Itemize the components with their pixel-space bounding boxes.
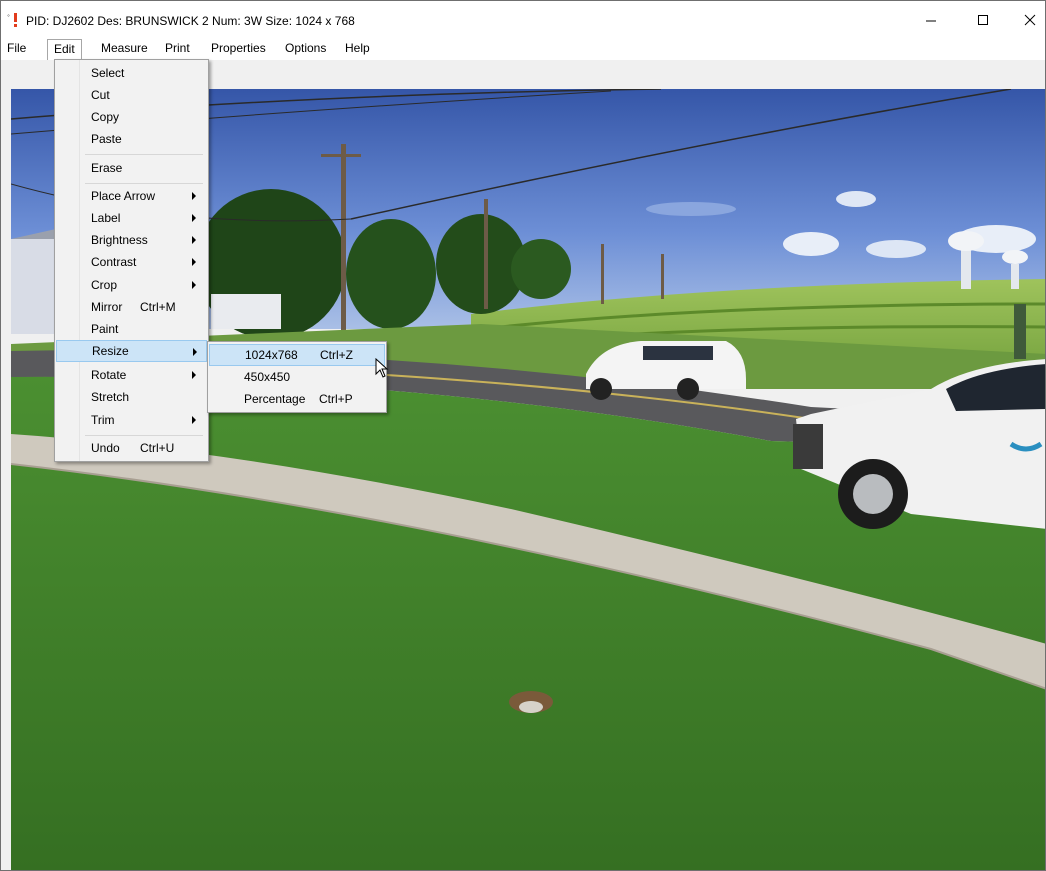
menu-separator xyxy=(85,154,203,155)
submenu-arrow-icon xyxy=(192,236,196,244)
menu-item-1024x768[interactable]: 1024x768 Ctrl+Z xyxy=(209,344,385,366)
menu-separator xyxy=(85,183,203,184)
menu-properties[interactable]: Properties xyxy=(205,39,272,58)
menu-item-copy[interactable]: Copy xyxy=(56,106,207,128)
close-button[interactable] xyxy=(1011,5,1045,33)
svg-text:°: ° xyxy=(7,14,10,21)
menu-file[interactable]: File xyxy=(1,39,32,58)
submenu-arrow-icon xyxy=(192,281,196,289)
submenu-arrow-icon xyxy=(192,371,196,379)
menu-item-rotate[interactable]: Rotate xyxy=(56,364,207,386)
mouse-cursor-icon xyxy=(375,358,389,378)
minimize-icon xyxy=(926,20,936,22)
menu-shortcut: Ctrl+U xyxy=(140,441,175,455)
menu-shortcut: Ctrl+P xyxy=(319,392,353,406)
menu-shortcut: Ctrl+M xyxy=(140,300,176,314)
submenu-arrow-icon xyxy=(193,348,197,356)
app-icon: ° xyxy=(7,12,23,28)
submenu-arrow-icon xyxy=(192,258,196,266)
menu-measure[interactable]: Measure xyxy=(95,39,154,58)
menu-item-contrast[interactable]: Contrast xyxy=(56,251,207,273)
submenu-arrow-icon xyxy=(192,214,196,222)
menu-item-brightness[interactable]: Brightness xyxy=(56,229,207,251)
edit-menu: Select Cut Copy Paste Erase Place Arrow … xyxy=(54,59,209,462)
menu-options[interactable]: Options xyxy=(279,39,332,58)
menu-separator xyxy=(85,435,203,436)
menu-shortcut: Ctrl+Z xyxy=(320,348,353,362)
submenu-arrow-icon xyxy=(192,416,196,424)
menu-item-percentage[interactable]: Percentage Ctrl+P xyxy=(209,388,385,410)
maximize-button[interactable] xyxy=(964,5,1004,33)
menu-item-select[interactable]: Select xyxy=(56,62,207,84)
menu-item-cut[interactable]: Cut xyxy=(56,84,207,106)
menu-item-resize[interactable]: Resize xyxy=(56,340,207,362)
menu-item-crop[interactable]: Crop xyxy=(56,274,207,296)
app-window: ° PID: DJ2602 Des: BRUNSWICK 2 Num: 3W S… xyxy=(0,0,1046,871)
menu-help[interactable]: Help xyxy=(339,39,376,58)
window-title: PID: DJ2602 Des: BRUNSWICK 2 Num: 3W Siz… xyxy=(26,14,355,28)
menu-item-mirror[interactable]: Mirror Ctrl+M xyxy=(56,296,207,318)
minimize-button[interactable] xyxy=(912,5,952,33)
menu-item-trim[interactable]: Trim xyxy=(56,409,207,431)
resize-submenu: 1024x768 Ctrl+Z 450x450 Percentage Ctrl+P xyxy=(207,341,387,413)
menu-print[interactable]: Print xyxy=(159,39,196,58)
menu-item-stretch[interactable]: Stretch xyxy=(56,386,207,408)
close-icon xyxy=(1024,14,1036,26)
submenu-arrow-icon xyxy=(192,192,196,200)
title-bar: ° PID: DJ2602 Des: BRUNSWICK 2 Num: 3W S… xyxy=(1,1,1045,39)
menu-bar: File Edit Measure Print Properties Optio… xyxy=(1,39,1045,60)
menu-item-paste[interactable]: Paste xyxy=(56,128,207,150)
menu-item-undo[interactable]: Undo Ctrl+U xyxy=(56,437,207,459)
menu-item-450x450[interactable]: 450x450 xyxy=(209,366,385,388)
menu-item-place-arrow[interactable]: Place Arrow xyxy=(56,185,207,207)
menu-item-paint[interactable]: Paint xyxy=(56,318,207,340)
menu-item-erase[interactable]: Erase xyxy=(56,157,207,179)
maximize-icon xyxy=(978,15,988,25)
menu-edit[interactable]: Edit xyxy=(47,39,82,60)
menu-item-label[interactable]: Label xyxy=(56,207,207,229)
